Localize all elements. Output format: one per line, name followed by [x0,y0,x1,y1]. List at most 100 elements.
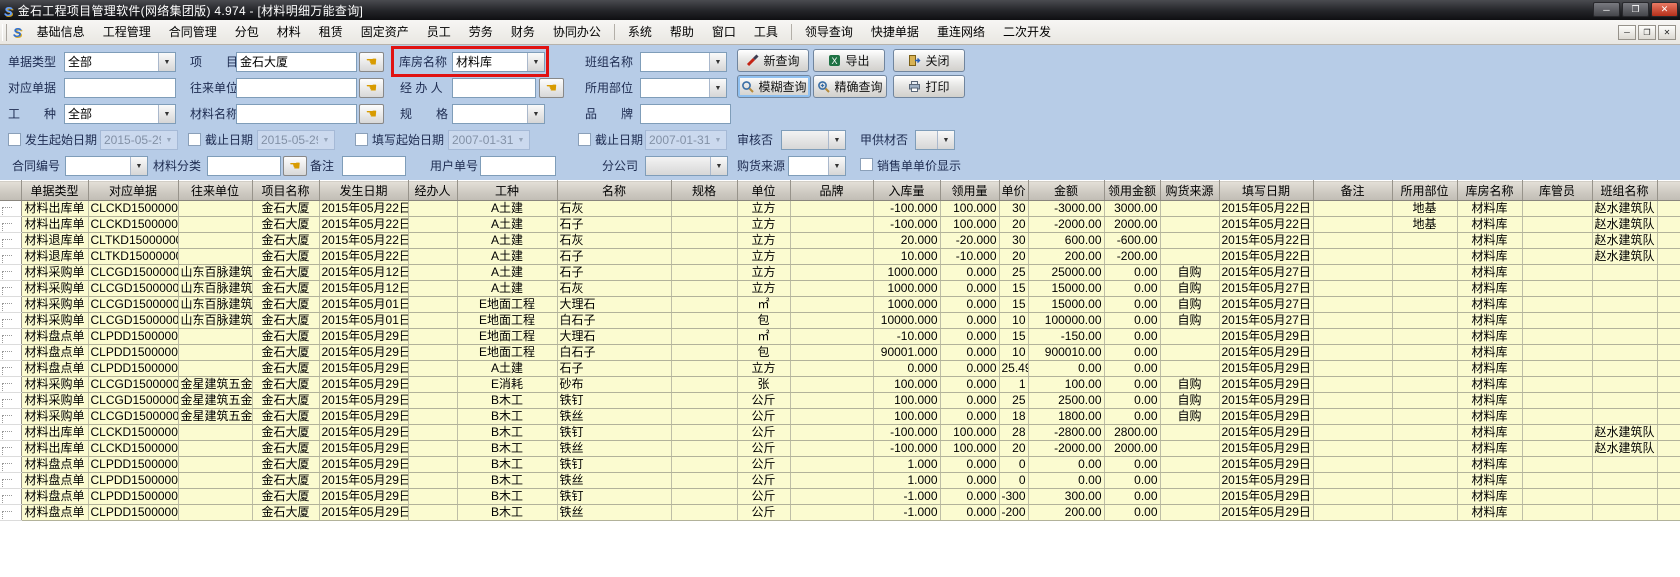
table-cell[interactable]: 金星建筑五金 [178,409,252,425]
column-header[interactable]: 工种 [457,181,557,201]
table-cell[interactable] [1160,233,1219,249]
table-cell[interactable] [790,265,873,281]
table-cell[interactable]: 材料采购单 [21,377,88,393]
table-cell[interactable]: 自购 [1160,409,1219,425]
table-cell[interactable] [408,217,457,233]
chevron-down-icon[interactable]: ▼ [710,131,726,149]
table-cell[interactable] [1313,249,1392,265]
table-cell[interactable]: A土建 [457,217,557,233]
table-cell[interactable]: B木工 [457,505,557,521]
menu-item[interactable]: 帮助 [661,21,703,44]
table-cell[interactable] [1313,361,1392,377]
table-cell[interactable] [408,249,457,265]
table-cell[interactable]: CLCGD150000004 [88,281,178,297]
table-cell[interactable]: 赵水建筑队 [1592,441,1657,457]
table-cell[interactable]: 铁丝 [557,473,671,489]
table-cell[interactable]: 30 [999,233,1028,249]
column-header[interactable]: 领用量 [940,181,999,201]
table-cell[interactable]: 白石子 [557,313,671,329]
table-cell[interactable]: 2015年05月12日 [319,265,408,281]
table-cell[interactable] [1657,409,1680,425]
table-cell[interactable]: 金星建筑五金 [178,393,252,409]
table-cell[interactable] [408,265,457,281]
table-cell[interactable]: 材料库 [1457,217,1522,233]
table-cell[interactable]: 20 [999,249,1028,265]
menu-item[interactable]: 系统 [619,21,661,44]
menu-item[interactable]: 快捷单据 [862,21,928,44]
table-cell[interactable]: 0.00 [1104,313,1160,329]
table-cell[interactable] [671,361,737,377]
table-cell[interactable]: A土建 [457,233,557,249]
table-cell[interactable]: 自购 [1160,313,1219,329]
table-cell[interactable] [178,425,252,441]
table-cell[interactable]: 2015年05月22日 [1219,217,1313,233]
branch-select[interactable]: ▼ [645,156,728,176]
table-cell[interactable] [1160,249,1219,265]
table-cell[interactable]: 石灰 [557,233,671,249]
table-cell[interactable]: 100.000 [873,409,940,425]
table-cell[interactable]: 金石大厦 [252,473,319,489]
row-selector[interactable] [0,281,21,297]
table-cell[interactable]: 2015年05月29日 [319,425,408,441]
table-cell[interactable]: 0.00 [1104,393,1160,409]
table-cell[interactable]: 1000.000 [873,297,940,313]
table-cell[interactable]: CLPDD150000001 [88,329,178,345]
chevron-down-icon[interactable]: ▼ [710,157,727,175]
menu-item[interactable]: 协同办公 [544,21,610,44]
table-cell[interactable]: 立方 [737,249,790,265]
table-cell[interactable] [1160,217,1219,233]
table-cell[interactable]: 材料库 [1457,441,1522,457]
table-cell[interactable]: 100000.00 [1028,313,1104,329]
table-cell[interactable]: 0.000 [940,329,999,345]
table-cell[interactable] [408,377,457,393]
table-cell[interactable]: 15 [999,297,1028,313]
table-cell[interactable] [178,233,252,249]
table-cell[interactable] [408,329,457,345]
table-cell[interactable]: 3000.00 [1104,201,1160,217]
table-cell[interactable]: -3000.00 [1028,201,1104,217]
table-cell[interactable] [1522,457,1592,473]
table-cell[interactable]: 材料采购单 [21,265,88,281]
menu-item[interactable]: 固定资产 [352,21,418,44]
table-cell[interactable] [1160,441,1219,457]
table-cell[interactable] [408,313,457,329]
table-cell[interactable]: 石灰 [557,281,671,297]
table-cell[interactable]: 0.00 [1104,329,1160,345]
table-cell[interactable]: 15000.00 [1028,281,1104,297]
table-cell[interactable]: 100.000 [940,441,999,457]
table-cell[interactable] [178,201,252,217]
table-cell[interactable]: 材料库 [1457,329,1522,345]
table-cell[interactable]: 1 [999,377,1028,393]
table-cell[interactable]: 1800.00 [1028,409,1104,425]
table-cell[interactable]: 1000.000 [873,281,940,297]
table-cell[interactable] [1657,441,1680,457]
mdi-minimize-button[interactable]: ─ [1618,25,1636,40]
row-selector[interactable] [0,313,21,329]
table-cell[interactable] [1160,201,1219,217]
table-cell[interactable]: 25000.00 [1028,265,1104,281]
table-cell[interactable]: 1.000 [873,473,940,489]
table-cell[interactable] [790,329,873,345]
mdi-close-button[interactable]: ✕ [1658,25,1676,40]
table-cell[interactable]: 2015年05月22日 [1219,249,1313,265]
table-cell[interactable]: 金石大厦 [252,201,319,217]
table-cell[interactable] [1392,393,1457,409]
table-cell[interactable]: 15000.00 [1028,297,1104,313]
table-cell[interactable]: 2500.00 [1028,393,1104,409]
table-cell[interactable] [408,489,457,505]
table-cell[interactable]: 2015年05月29日 [319,489,408,505]
table-cell[interactable] [408,425,457,441]
table-cell[interactable] [1313,345,1392,361]
table-cell[interactable]: CLTKD150000001 [88,249,178,265]
table-row[interactable]: 材料采购单CLCGD150000005山东百脉建筑金石大厦2015年05月01日… [0,313,1680,329]
chevron-down-icon[interactable]: ▼ [161,131,177,149]
row-selector[interactable] [0,505,21,521]
table-cell[interactable]: 立方 [737,233,790,249]
table-cell[interactable]: CLCKD150000002 [88,441,178,457]
table-cell[interactable]: 2015年05月29日 [1219,409,1313,425]
table-cell[interactable]: 600.00 [1028,233,1104,249]
table-cell[interactable] [671,345,737,361]
table-cell[interactable] [1657,297,1680,313]
table-cell[interactable] [408,441,457,457]
user-doc-no-input[interactable] [480,156,556,176]
